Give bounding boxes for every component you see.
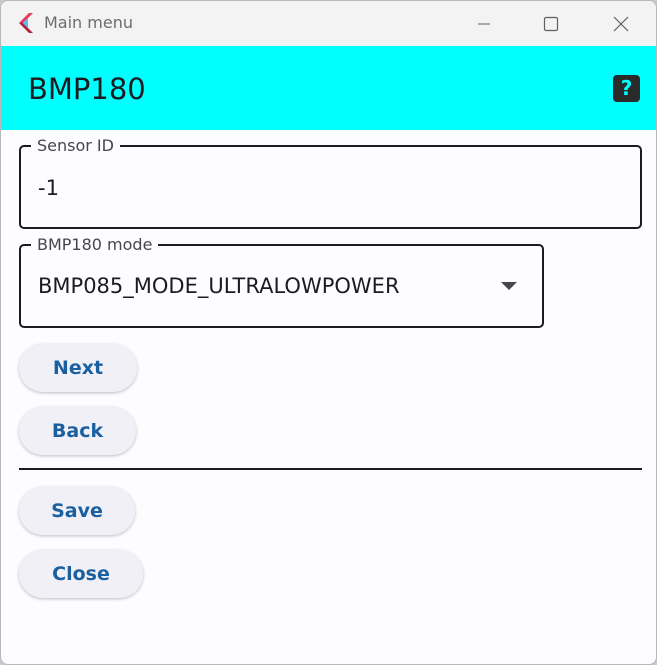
divider [19, 468, 642, 470]
app-window: Main menu BMP180 ? Sensor ID -1 BMP180 m… [0, 0, 657, 665]
bmp180-mode-dropdown[interactable]: BMP180 mode BMP085_MODE_ULTRALOWPOWER [19, 235, 544, 328]
window-title: Main menu [44, 13, 133, 32]
sensor-id-label: Sensor ID [31, 136, 120, 156]
bmp180-mode-label: BMP180 mode [31, 235, 159, 255]
help-icon: ? [620, 76, 633, 100]
close-icon [613, 16, 629, 31]
save-button[interactable]: Save [19, 487, 135, 535]
bmp180-mode-value: BMP085_MODE_ULTRALOWPOWER [38, 274, 400, 298]
minimize-button[interactable] [454, 1, 514, 46]
page-title: BMP180 [28, 72, 146, 106]
flutter-logo-icon [19, 13, 33, 33]
app-bar: BMP180 ? [1, 46, 656, 130]
sensor-id-field[interactable]: Sensor ID -1 [19, 136, 642, 229]
back-button[interactable]: Back [19, 407, 136, 455]
next-button[interactable]: Next [19, 344, 137, 392]
dropdown-arrow-icon[interactable] [501, 282, 517, 290]
maximize-button[interactable] [521, 1, 581, 46]
close-window-button[interactable] [591, 1, 651, 46]
help-button[interactable]: ? [613, 75, 640, 102]
maximize-icon [543, 16, 559, 31]
title-bar: Main menu [1, 1, 656, 46]
close-button[interactable]: Close [19, 550, 143, 598]
sensor-id-value[interactable]: -1 [38, 176, 59, 200]
minimize-icon [478, 23, 490, 24]
